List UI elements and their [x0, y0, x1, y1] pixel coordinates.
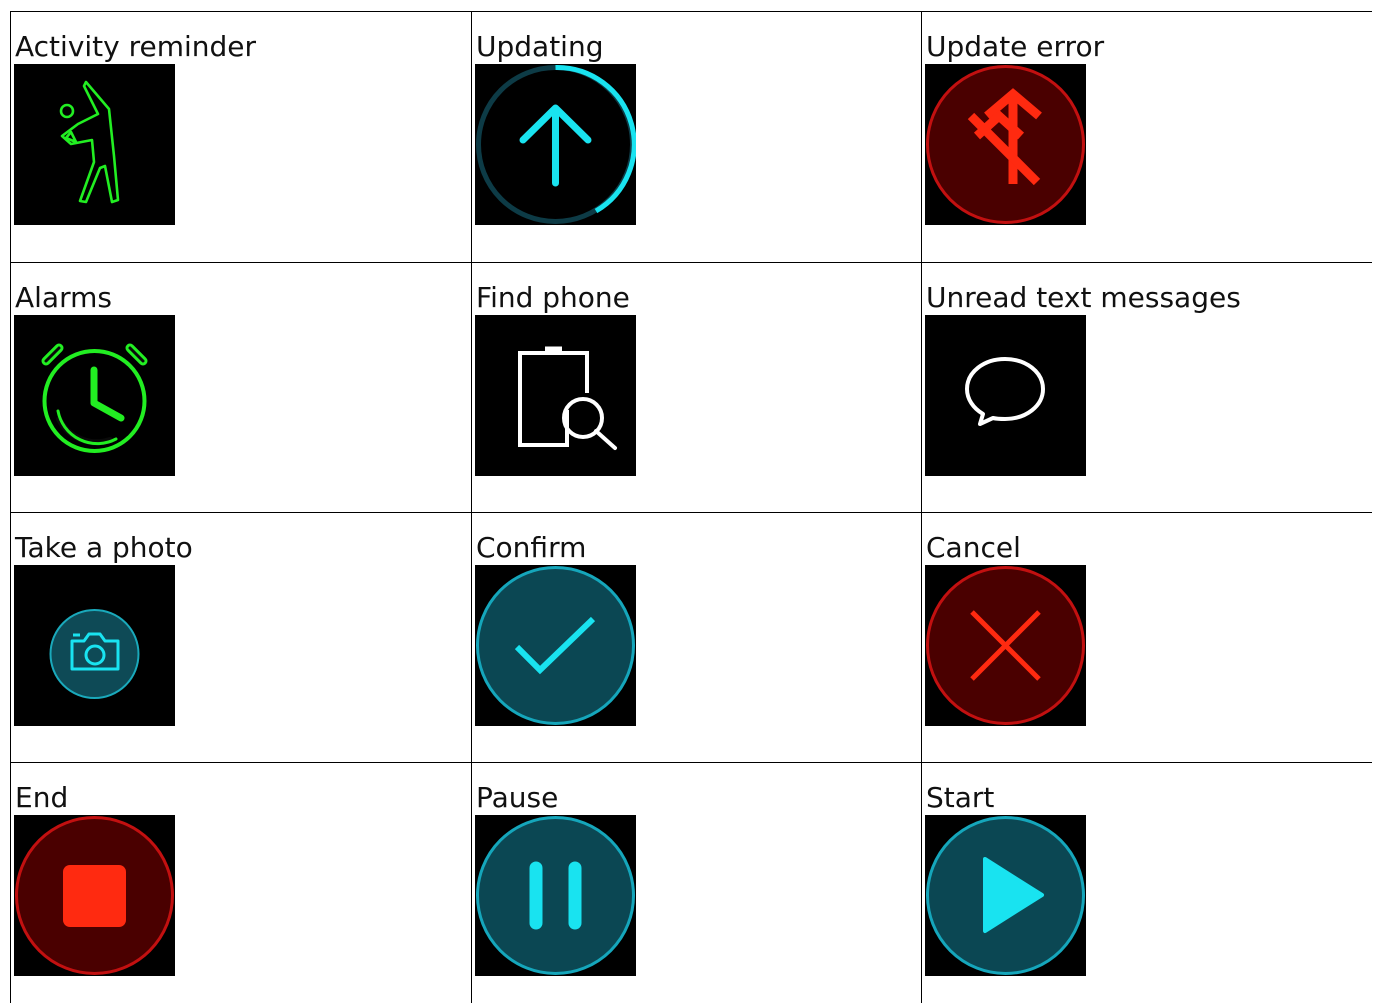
cell-label: Activity reminder [15, 30, 257, 63]
table-row: Activity reminder Updating Update error [10, 11, 1372, 263]
start-icon [925, 815, 1086, 976]
table-cell: Confirm [471, 512, 922, 763]
message-icon [925, 315, 1086, 476]
cell-label: Update error [926, 30, 1105, 63]
table-cell: Activity reminder [10, 11, 472, 263]
cell-label: Unread text messages [926, 281, 1241, 314]
camera-icon [14, 565, 175, 726]
activity-reminder-icon [14, 64, 175, 225]
end-icon [14, 815, 175, 976]
table-cell: Unread text messages [921, 262, 1372, 513]
cell-label: Start [926, 781, 995, 814]
table-cell: Updating [471, 11, 922, 263]
cell-label: Cancel [926, 531, 1021, 564]
table-cell: End [10, 762, 472, 1003]
confirm-icon [475, 565, 636, 726]
table-cell: Alarms [10, 262, 472, 513]
updating-icon [475, 64, 636, 225]
table-cell: Update error [921, 11, 1372, 263]
table-cell: Start [921, 762, 1372, 1003]
cancel-icon [925, 565, 1086, 726]
table-cell: Cancel [921, 512, 1372, 763]
cell-label: Confirm [476, 531, 587, 564]
table-cell: Find phone [471, 262, 922, 513]
cell-label: Find phone [476, 281, 630, 314]
cell-label: Pause [476, 781, 559, 814]
cell-label: Alarms [15, 281, 112, 314]
table-row: End Pause Start [10, 762, 1372, 1003]
table-row: Alarms Find phone Unread text messages [10, 262, 1372, 513]
table-cell: Pause [471, 762, 922, 1003]
update-error-icon [925, 64, 1086, 225]
alarm-icon [14, 315, 175, 476]
cell-label: Updating [476, 30, 604, 63]
cell-label: End [15, 781, 69, 814]
icon-reference-table: Activity reminder Updating Update error … [10, 11, 1372, 1003]
find-phone-icon [475, 315, 636, 476]
pause-icon [475, 815, 636, 976]
table-cell: Take a photo [10, 512, 472, 763]
cell-label: Take a photo [15, 531, 193, 564]
table-row: Take a photo Confirm Cancel [10, 512, 1372, 763]
